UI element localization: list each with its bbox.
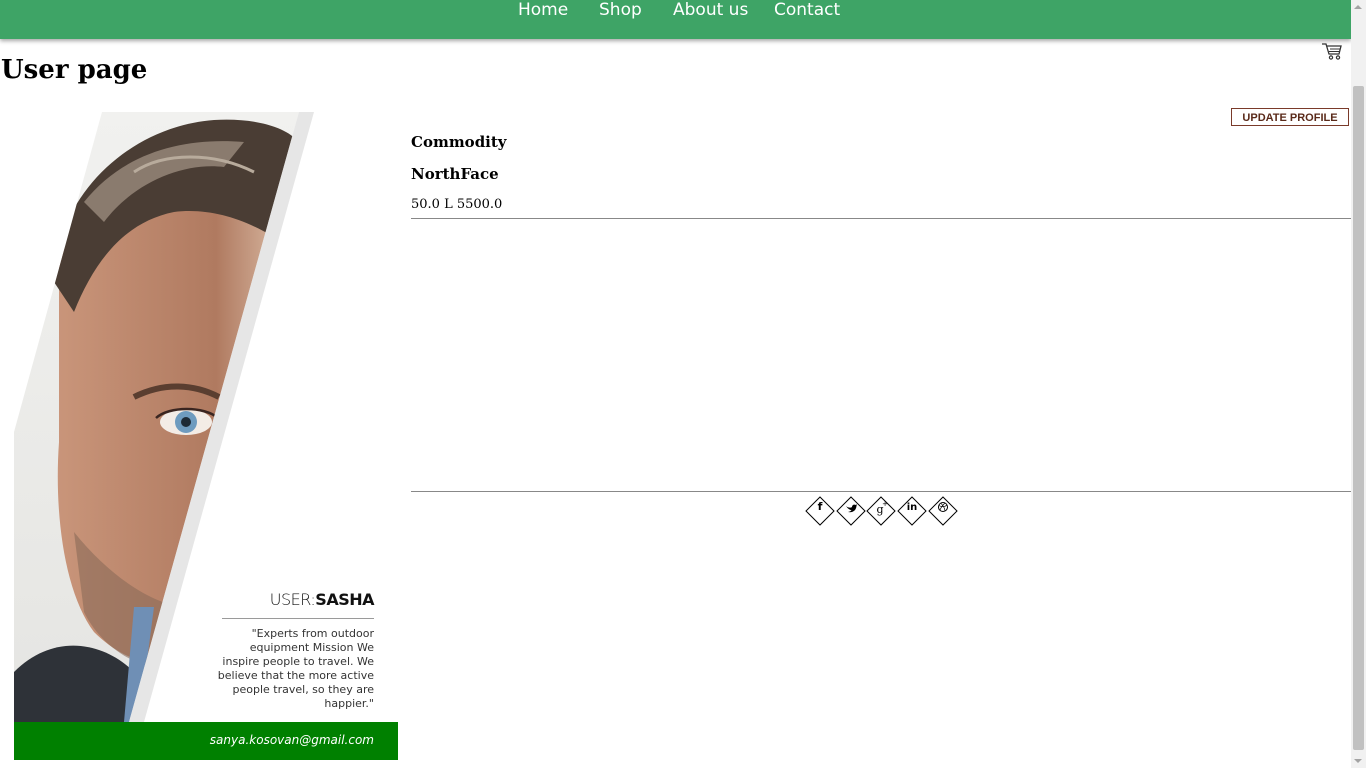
facebook-icon[interactable]: f [805, 496, 835, 526]
svg-text:f: f [818, 500, 823, 513]
shopping-cart-icon[interactable] [1321, 41, 1343, 61]
twitter-icon[interactable] [836, 496, 866, 526]
svg-text:+: + [882, 500, 888, 508]
user-name: USER:SASHA [269, 590, 375, 609]
main-nav: Home Shop About us Contact [0, 0, 1351, 22]
nav-contact-link[interactable]: Contact [774, 0, 840, 20]
nav-about-link[interactable]: About us [673, 0, 748, 20]
commodity-heading: Commodity [411, 133, 507, 151]
card-divider [222, 618, 374, 619]
linkedin-icon[interactable]: in [897, 496, 927, 526]
profile-quote: "Experts from outdoor equipment Mission … [217, 627, 374, 710]
divider-top [411, 218, 1351, 219]
scroll-up-arrow-icon[interactable] [1354, 5, 1362, 9]
divider-bottom [411, 491, 1351, 492]
commodity-item-details: 50.0 L 5500.0 [411, 197, 503, 212]
page-title: User page [1, 55, 148, 85]
top-navbar: Home Shop About us Contact [0, 0, 1351, 39]
page-scrollbar[interactable] [1351, 0, 1366, 768]
scroll-down-arrow-icon[interactable] [1354, 759, 1362, 763]
nav-home-link[interactable]: Home [518, 0, 568, 20]
profile-email[interactable]: sanya.kosovan@gmail.com [210, 733, 374, 747]
user-name-prefix: USER: [269, 590, 316, 609]
user-name-value: SASHA [315, 590, 374, 609]
svg-text:in: in [907, 502, 918, 513]
dribbble-icon[interactable] [928, 496, 958, 526]
commodity-item-name: NorthFace [411, 165, 499, 183]
profile-card: USER:SASHA "Experts from outdoor equipme… [14, 112, 398, 760]
google-plus-icon[interactable]: g + [866, 496, 896, 526]
update-profile-button[interactable]: UPDATE PROFILE [1231, 108, 1349, 126]
nav-shop-link[interactable]: Shop [599, 0, 642, 20]
scrollbar-thumb[interactable] [1353, 86, 1364, 750]
email-bar: sanya.kosovan@gmail.com [14, 722, 398, 760]
